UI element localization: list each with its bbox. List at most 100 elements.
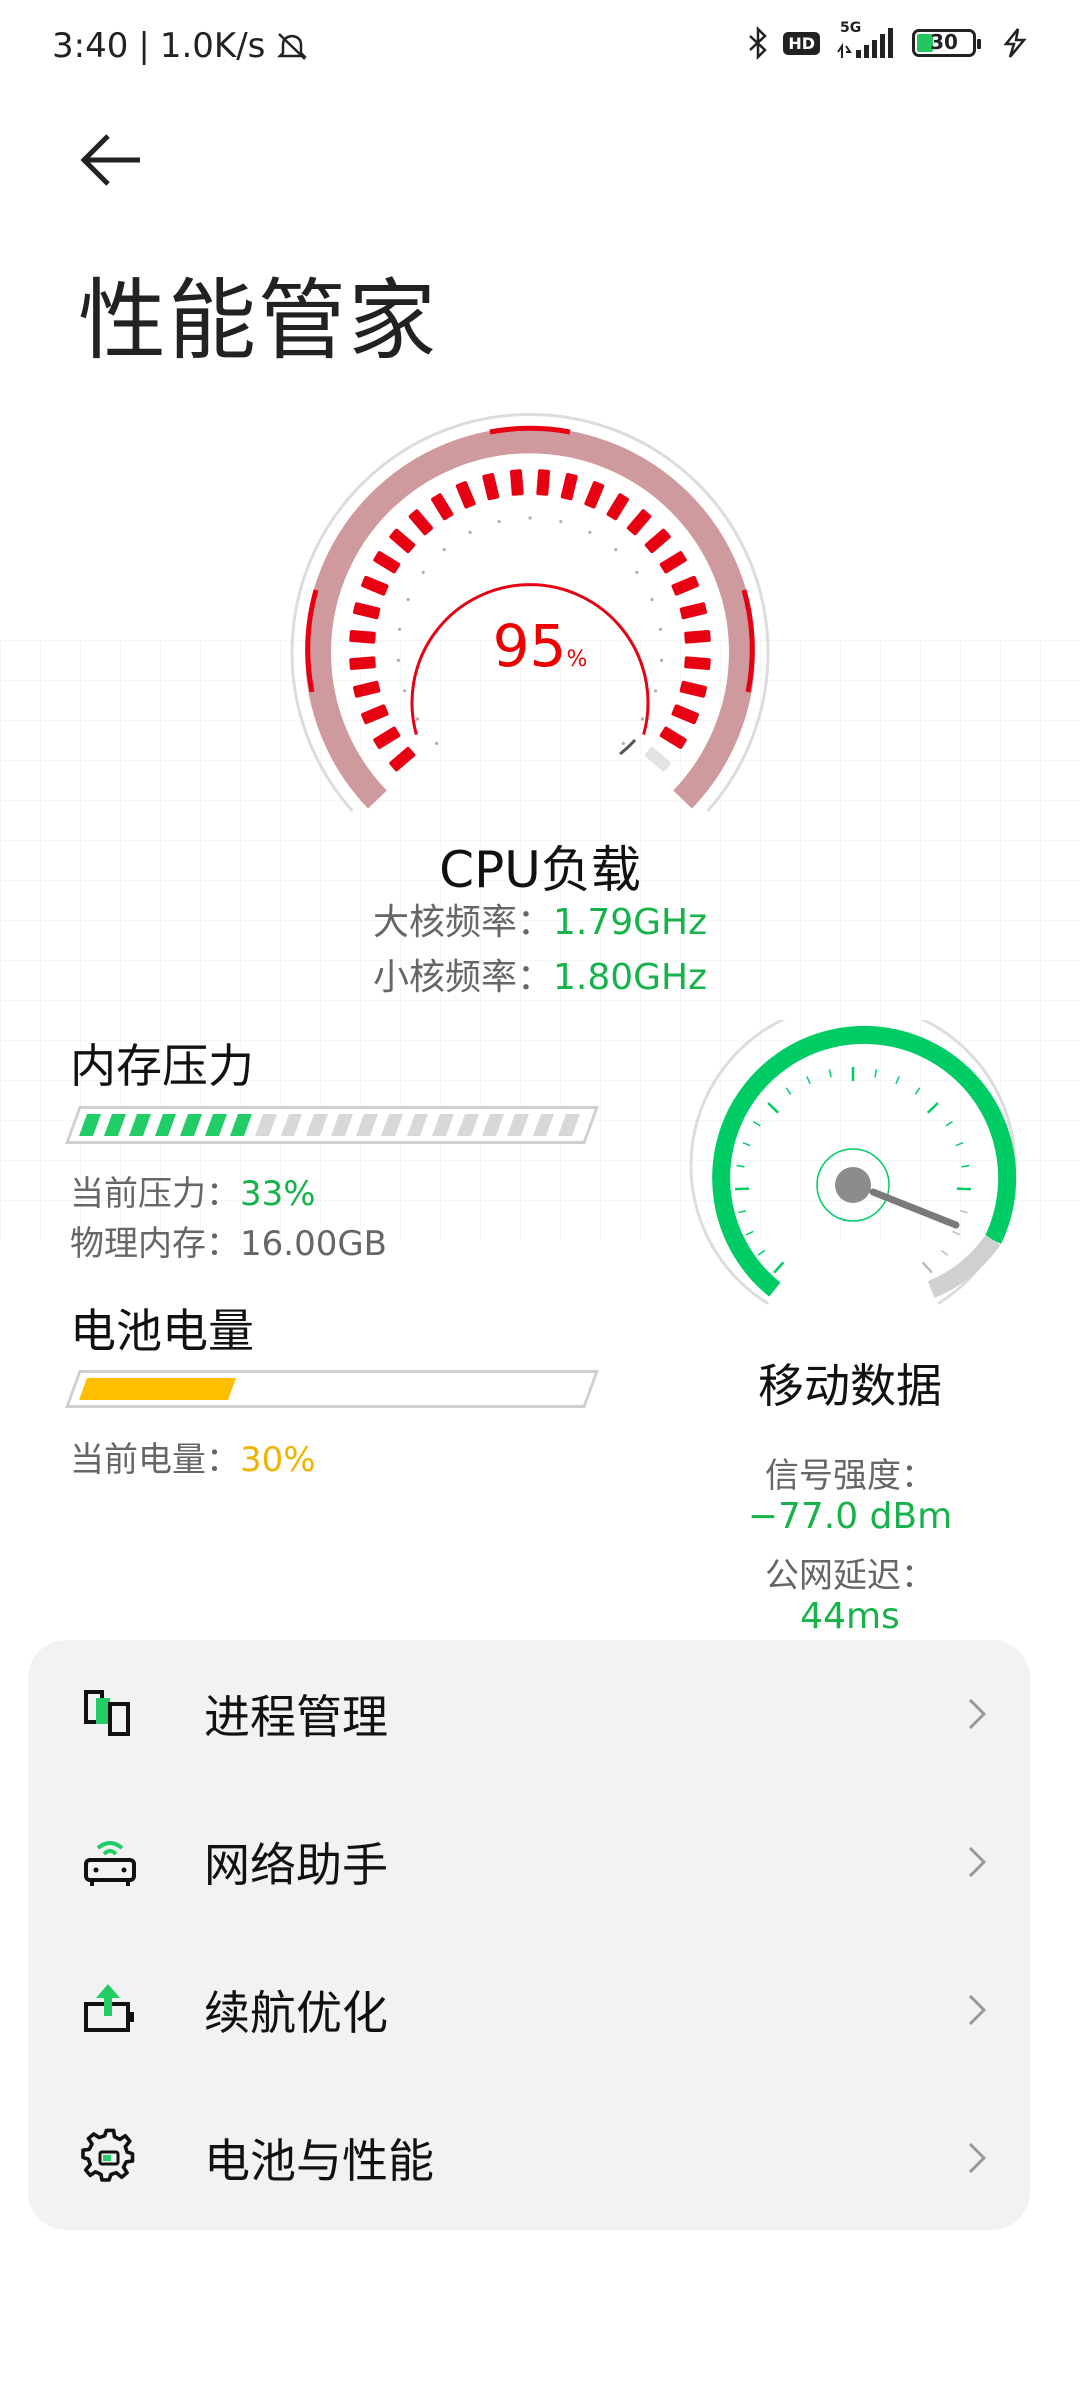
cpu-gauge-segment-filled — [373, 726, 401, 749]
cpu-gauge-segment-filled — [373, 551, 401, 574]
physical-memory-label: 物理内存： — [70, 1224, 240, 1264]
battery-icon: 30 — [912, 29, 981, 57]
menu-card: 进程管理 网络助手 续航优化 电池与性能 — [28, 1640, 1030, 2230]
memory-bar-segment-filled — [154, 1114, 177, 1136]
memory-bar-segment-filled — [230, 1114, 253, 1136]
menu-item-process-management[interactable]: 进程管理 — [28, 1640, 1030, 1788]
small-core-frequency: 小核频率：1.80GHz — [0, 948, 1080, 1000]
network-gauge-tick — [961, 1164, 970, 1168]
network-gauge-tick — [874, 1069, 878, 1078]
small-core-value: 1.80GHz — [552, 957, 708, 998]
page-title: 性能管家 — [78, 269, 439, 372]
cpu-gauge-segment-filled — [408, 509, 434, 536]
cpu-gauge-segment-filled — [659, 726, 687, 749]
network-gauge-tick — [767, 1102, 780, 1114]
memory-bar-segment-empty — [456, 1114, 479, 1136]
bluetooth-icon — [749, 26, 768, 60]
network-gauge-tick — [745, 1230, 754, 1236]
menu-item-label: 电池与性能 — [204, 2134, 434, 2188]
memory-bar-segment-empty — [381, 1114, 404, 1136]
status-net-speed: 1.0K/s — [159, 26, 266, 66]
memory-bar-segment-empty — [557, 1114, 580, 1136]
memory-bar-segment-filled — [104, 1114, 127, 1136]
menu-item-endurance-optimization[interactable]: 续航优化 — [28, 1936, 1030, 2084]
network-gauge-tick — [926, 1102, 939, 1114]
memory-bar-segment-empty — [330, 1114, 353, 1136]
battery-level-label: 当前电量： — [70, 1440, 240, 1480]
cpu-gauge-segment-filled — [361, 704, 389, 725]
charging-icon — [1003, 28, 1027, 58]
chevron-right-icon — [968, 2142, 987, 2174]
cpu-gauge-tick — [559, 520, 563, 524]
cpu-gauge-segment-filled — [482, 473, 500, 501]
network-gauge-tick — [895, 1076, 900, 1085]
network-gauge-tick — [757, 1249, 766, 1256]
menu-item-label: 续航优化 — [204, 1986, 388, 2040]
router-icon — [84, 1841, 136, 1886]
menu-item-label: 网络助手 — [204, 1838, 388, 1892]
memory-bar-segment-filled — [78, 1114, 101, 1136]
status-time: 3:40 — [52, 26, 129, 66]
network-gauge-tick — [785, 1087, 792, 1095]
cpu-gauge-tick — [640, 717, 645, 721]
network-gauge-tick — [828, 1069, 832, 1078]
memory-bar-segment-empty — [431, 1114, 454, 1136]
network-gauge-tick — [921, 1261, 933, 1274]
memory-pressure-value: 33% — [240, 1174, 316, 1214]
latency-value: 44ms — [800, 1596, 900, 1637]
cpu-load-value: 95% — [0, 612, 1080, 680]
cpu-gauge-tick — [653, 689, 658, 693]
battery-level: 当前电量：30% — [70, 1432, 316, 1481]
network-gauge-tick — [940, 1249, 949, 1256]
memory-pressure-label: 当前压力： — [70, 1174, 240, 1214]
cpu-gauge-segment-filled — [389, 746, 416, 772]
memory-bar-segment-empty — [507, 1114, 530, 1136]
menu-item-label: 进程管理 — [204, 1690, 388, 1744]
mobile-data-title: 移动数据 — [758, 1359, 942, 1413]
network-gauge-tick — [806, 1076, 811, 1085]
network-gauge-needle — [869, 1188, 960, 1229]
status-left: 3:40 | 1.0K/s — [52, 26, 309, 66]
cpu-gauge-segment-filled — [389, 528, 416, 554]
mute-icon — [277, 33, 308, 60]
menu-item-battery-performance[interactable]: 电池与性能 — [28, 2084, 1030, 2232]
status-right: HD 5G 30 — [747, 20, 1030, 60]
cpu-gauge-tick — [621, 741, 625, 745]
battery-boost-icon — [84, 1984, 134, 2032]
battery-title: 电池电量 — [70, 1304, 254, 1358]
network-gauge-tick — [773, 1261, 785, 1274]
memory-bar-segments — [78, 1114, 585, 1136]
hd-icon: HD — [783, 31, 820, 55]
big-core-label: 大核频率： — [372, 902, 553, 943]
network-gauge-tick — [738, 1209, 747, 1214]
battery-level-bar — [65, 1370, 599, 1408]
latency-label: 公网延迟： — [765, 1556, 935, 1596]
cpu-gauge-tick — [650, 597, 654, 602]
chevron-right-icon — [968, 1698, 987, 1730]
back-button[interactable] — [78, 130, 148, 190]
network-gauge-hub — [835, 1167, 871, 1203]
network-gauge-tick — [952, 1230, 961, 1236]
cpu-gauge-segment-filled — [679, 680, 707, 698]
battery-level-value: 30% — [240, 1440, 316, 1480]
memory-pressure-bar — [65, 1106, 599, 1144]
cpu-gauge-tick — [442, 548, 446, 552]
memory-bar-segment-empty — [255, 1114, 278, 1136]
memory-bar-segment-filled — [129, 1114, 152, 1136]
cpu-gauge-segment-filled — [536, 469, 551, 496]
battery-level-fill — [78, 1378, 237, 1400]
memory-bar-segment-filled — [204, 1114, 227, 1136]
cpu-gauge-tick — [435, 741, 439, 745]
chevron-right-icon — [968, 1846, 987, 1878]
cpu-gauge-tick — [635, 570, 639, 575]
battery-level-text: 30 — [930, 30, 958, 54]
memory-bar-segment-empty — [532, 1114, 555, 1136]
cpu-gauge-tick — [528, 516, 532, 520]
cpu-load-unit: % — [566, 647, 588, 672]
cpu-gauge-segment-filled — [431, 493, 454, 521]
memory-bar-segment-empty — [482, 1114, 505, 1136]
cpu-gauge-tick — [402, 689, 407, 693]
signal-icon: 5G — [834, 20, 898, 60]
menu-item-network-assistant[interactable]: 网络助手 — [28, 1788, 1030, 1936]
memory-title: 内存压力 — [70, 1039, 254, 1093]
